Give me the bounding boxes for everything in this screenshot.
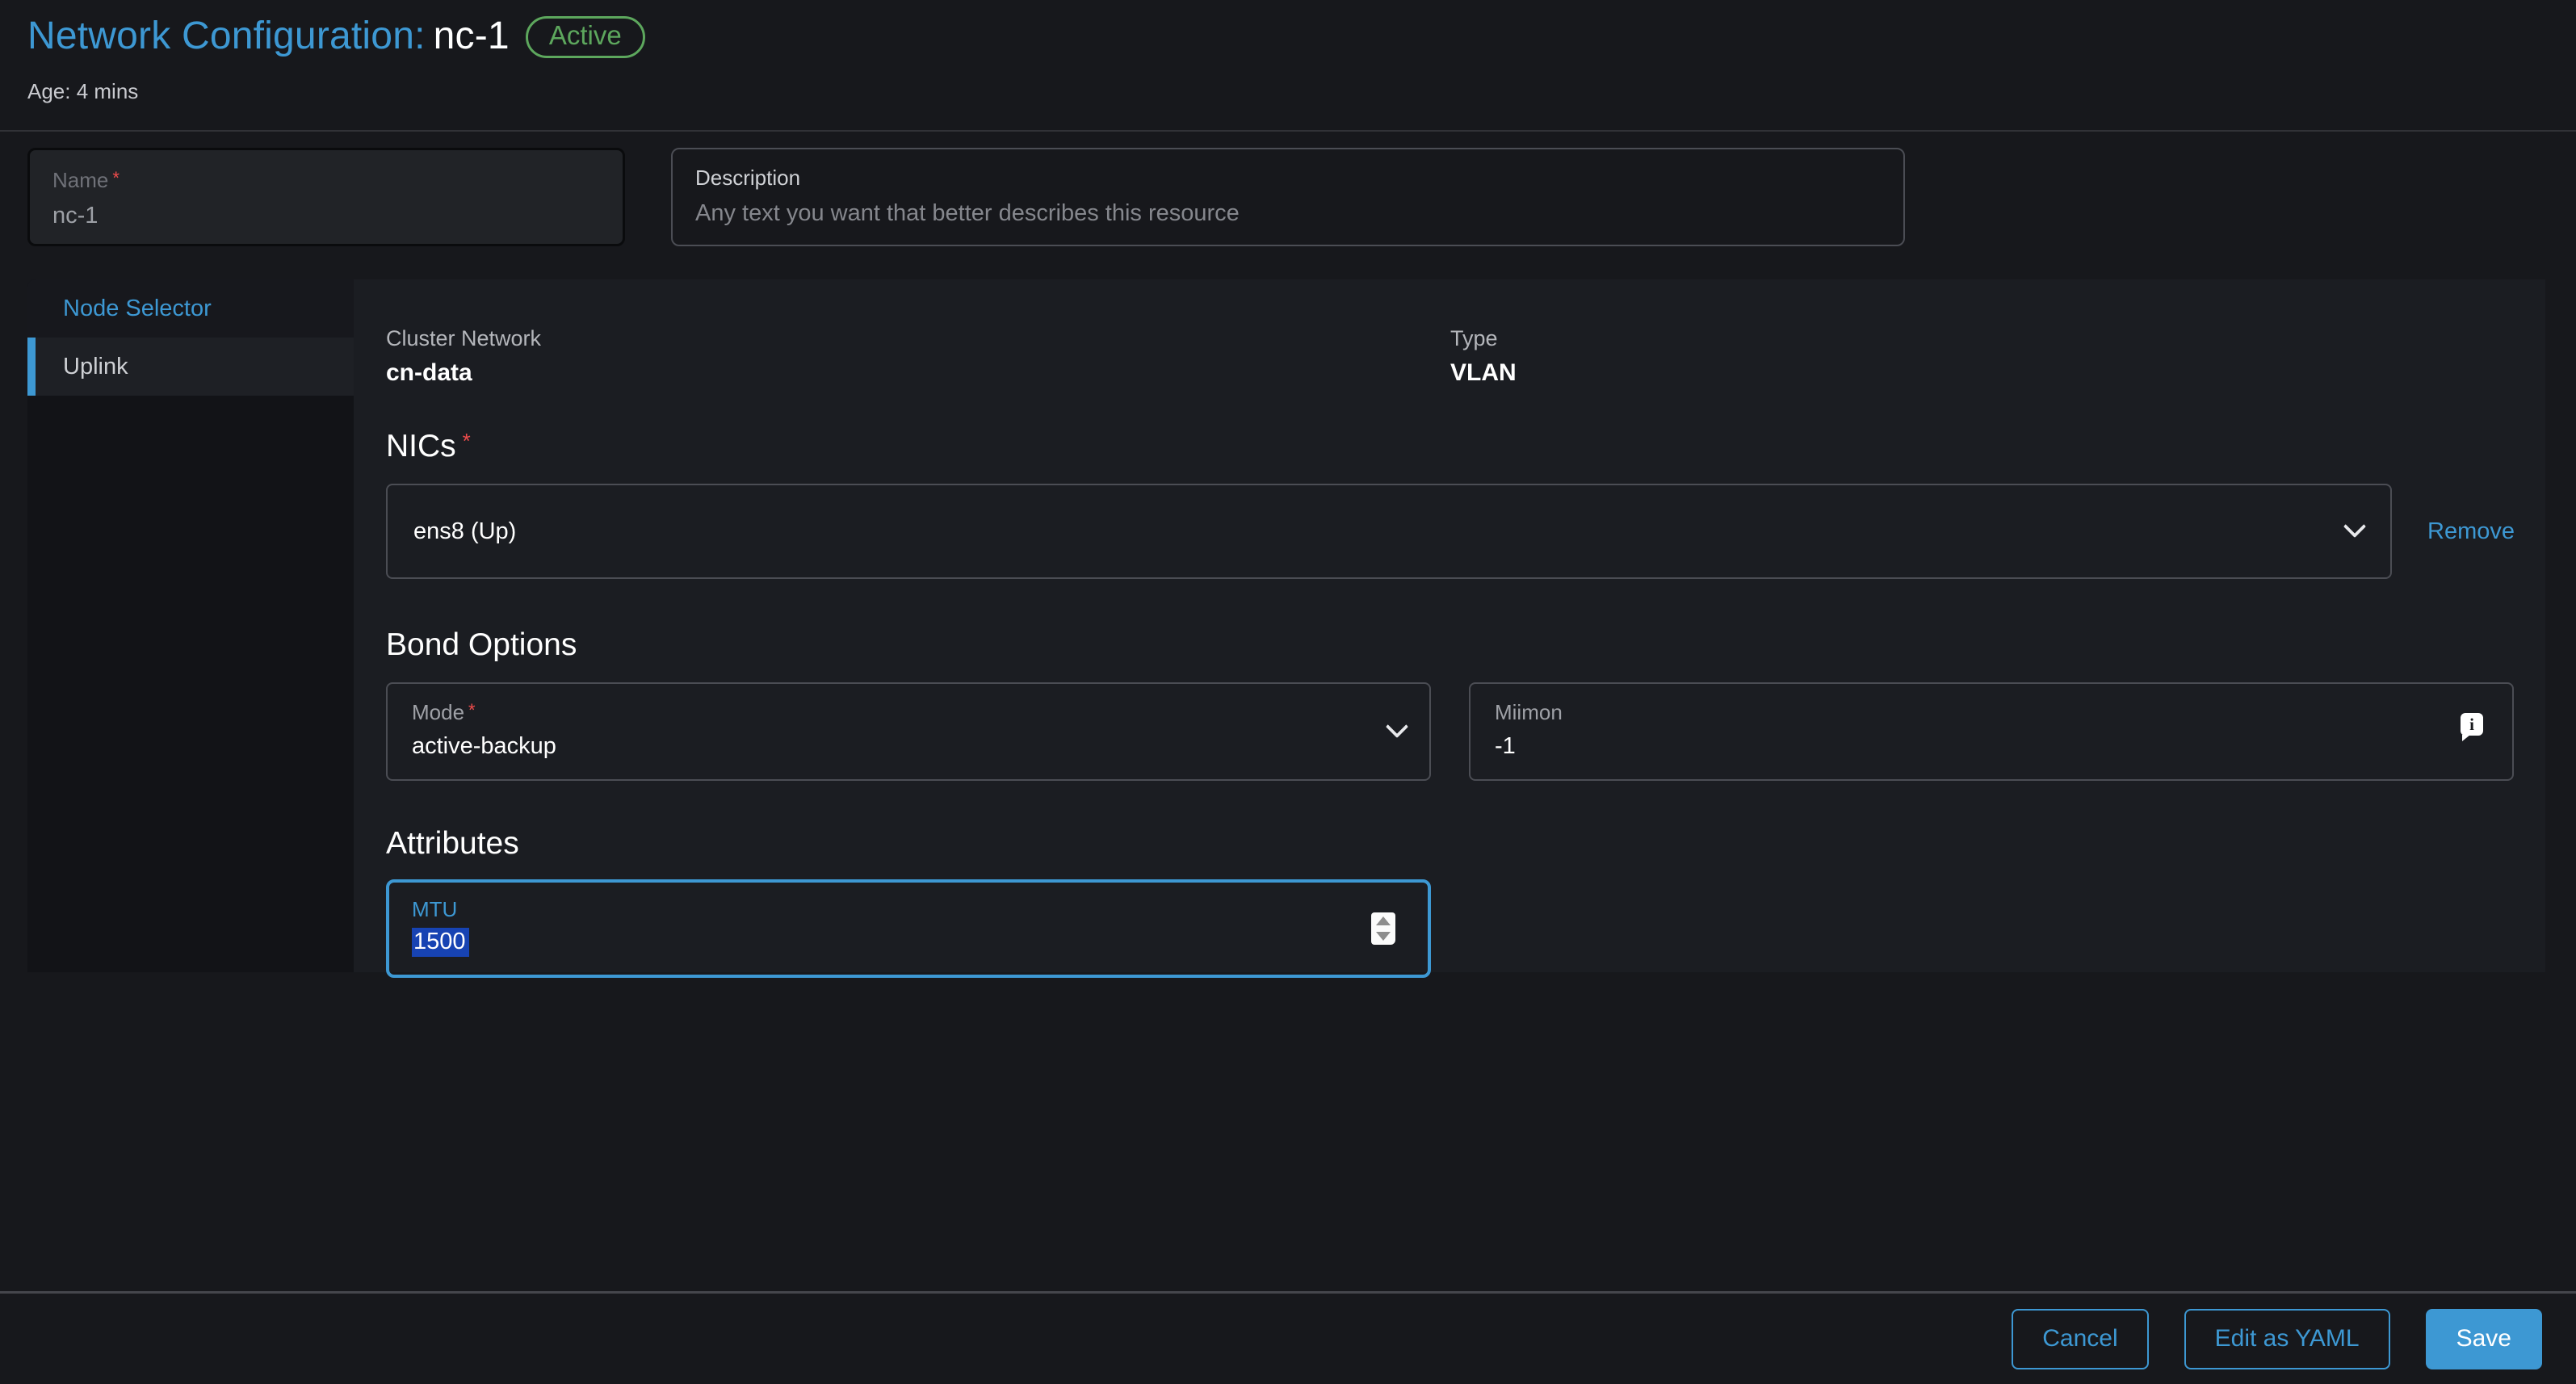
nics-select-value: ens8 (Up): [413, 518, 516, 545]
bond-options-heading: Bond Options: [386, 627, 2515, 663]
number-stepper[interactable]: [1371, 912, 1395, 945]
uplink-tab-content: Cluster Network cn-data Type VLAN NICs* …: [354, 279, 2547, 972]
cancel-button[interactable]: Cancel: [2012, 1309, 2148, 1369]
attributes-heading: Attributes: [386, 826, 2515, 862]
mode-label: Mode*: [412, 700, 1405, 725]
edit-as-yaml-button[interactable]: Edit as YAML: [2184, 1309, 2390, 1369]
name-input[interactable]: [52, 203, 600, 229]
description-input[interactable]: [695, 200, 1881, 227]
page-title: Network Configuration:nc-1: [27, 14, 510, 58]
age-text: Age: 4 mins: [27, 79, 2545, 104]
name-field[interactable]: Name*: [27, 148, 625, 246]
mode-select-value: active-backup: [412, 733, 1405, 760]
required-asterisk: *: [112, 168, 120, 188]
miimon-value: -1: [1495, 733, 2488, 760]
required-asterisk: *: [468, 700, 476, 720]
description-field[interactable]: Description: [671, 148, 1905, 246]
mtu-selected-value: 1500: [412, 928, 469, 957]
mode-select[interactable]: Mode* active-backup: [386, 682, 1431, 781]
header-divider: [0, 130, 2576, 132]
save-button[interactable]: Save: [2426, 1309, 2542, 1369]
type-label: Type: [1450, 326, 2515, 351]
type-value: VLAN: [1450, 359, 2515, 387]
mtu-field[interactable]: MTU 1500: [386, 879, 1431, 978]
name-description-row: Name* Description: [27, 148, 2545, 246]
bond-options-row: Mode* active-backup Miimon -1 i: [386, 682, 2515, 781]
cluster-network-info: Cluster Network cn-data: [386, 326, 1450, 387]
miimon-field[interactable]: Miimon -1 i: [1469, 682, 2514, 781]
tab-uplink[interactable]: Uplink: [27, 338, 354, 396]
tabbed-panel: Node Selector Uplink Cluster Network cn-…: [27, 279, 2545, 972]
tab-sidebar: Node Selector Uplink: [27, 279, 354, 972]
mtu-input[interactable]: 1500: [412, 929, 1405, 955]
page-title-prefix: Network Configuration:: [27, 15, 426, 57]
tab-node-selector[interactable]: Node Selector: [27, 279, 354, 338]
resource-name: nc-1: [434, 15, 510, 57]
nics-select[interactable]: ens8 (Up): [386, 484, 2392, 579]
name-label: Name*: [52, 168, 600, 193]
mtu-label: MTU: [412, 897, 1405, 922]
nics-heading: NICs*: [386, 429, 2515, 464]
remove-nic-link[interactable]: Remove: [2427, 518, 2515, 545]
page-header: Network Configuration:nc-1 Active Age: 4…: [0, 0, 2576, 104]
required-asterisk: *: [463, 429, 471, 453]
action-footer: Cancel Edit as YAML Save: [0, 1291, 2576, 1384]
cluster-network-value: cn-data: [386, 359, 1450, 387]
cluster-network-label: Cluster Network: [386, 326, 1450, 351]
stepper-up-icon[interactable]: [1376, 916, 1391, 925]
nic-row: ens8 (Up) Remove: [386, 484, 2515, 579]
status-badge: Active: [526, 16, 645, 58]
chevron-down-icon: [2343, 515, 2366, 538]
stepper-down-icon[interactable]: [1376, 932, 1391, 941]
info-tooltip-icon[interactable]: i: [2461, 713, 2483, 736]
type-info: Type VLAN: [1450, 326, 2515, 387]
network-meta-row: Cluster Network cn-data Type VLAN: [386, 326, 2515, 387]
description-label: Description: [695, 166, 1881, 191]
network-config-edit-page: Network Configuration:nc-1 Active Age: 4…: [0, 0, 2576, 972]
miimon-label: Miimon: [1495, 700, 2488, 725]
